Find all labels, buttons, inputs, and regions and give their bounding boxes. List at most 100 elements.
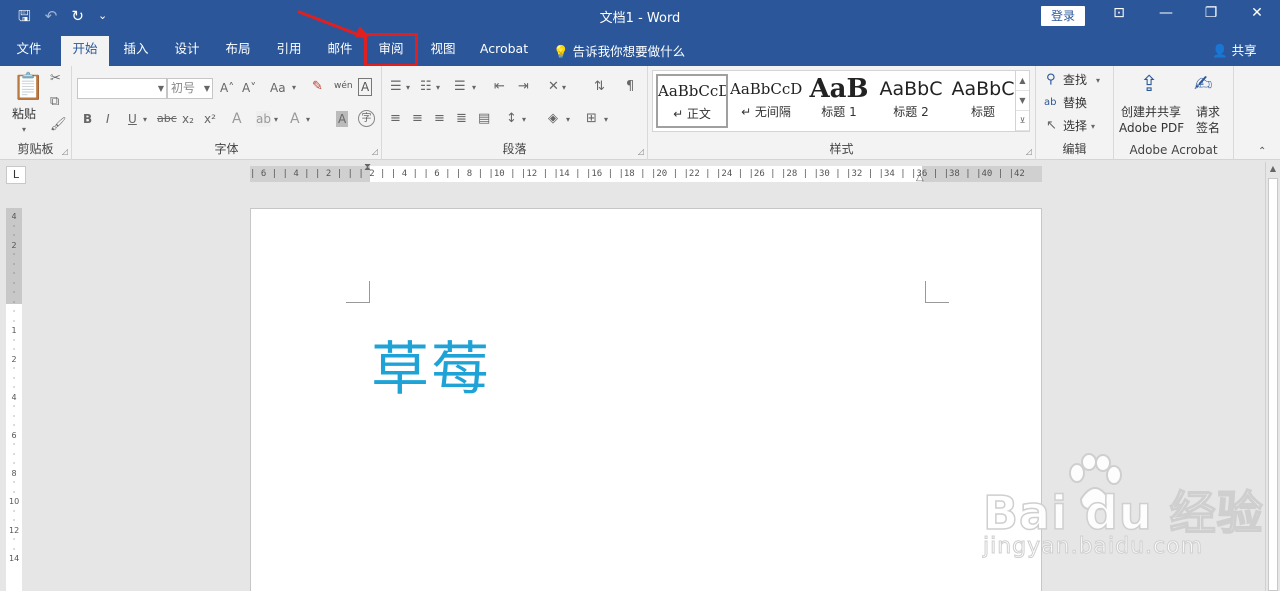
tab-home[interactable]: 开始 <box>61 36 109 66</box>
login-button[interactable]: 登录 <box>1041 6 1085 26</box>
style-normal[interactable]: AaBbCcDd ↵ 正文 <box>656 74 728 128</box>
line-spacing-dropdown-icon[interactable]: ▾ <box>522 112 526 128</box>
font-color-dropdown-icon[interactable]: ▾ <box>306 112 310 128</box>
copy-icon[interactable]: ⧉ <box>50 94 59 110</box>
change-case-dropdown-icon[interactable]: ▾ <box>292 80 296 96</box>
numbering-icon[interactable]: ☷ <box>420 79 432 95</box>
font-size-combo[interactable]: 初号 ▼ <box>167 78 213 99</box>
tell-me-search[interactable]: 💡 告诉我你想要做什么 <box>553 41 685 60</box>
share-button[interactable]: 👤 共享 <box>1212 40 1257 59</box>
increase-indent-icon[interactable]: ⇥ <box>518 79 529 95</box>
font-launcher-icon[interactable]: ◿ <box>372 147 378 156</box>
chinese-layout-icon[interactable]: ✕ <box>548 79 559 95</box>
align-right-icon[interactable]: ≡ <box>434 111 445 127</box>
request-signature-line1[interactable]: 请求 <box>1196 104 1220 120</box>
request-signature-line2[interactable]: 签名 <box>1196 120 1220 136</box>
paste-dropdown-icon[interactable]: ▾ <box>22 122 26 138</box>
character-shading-button[interactable]: A <box>336 111 349 127</box>
character-border-button[interactable]: A <box>358 78 373 96</box>
phonetic-guide-button[interactable]: wén <box>334 78 353 94</box>
sort-icon[interactable]: ⇅ <box>594 79 605 95</box>
tab-view[interactable]: 视图 <box>420 36 466 66</box>
find-button[interactable]: 查找 <box>1063 72 1087 88</box>
shading-icon[interactable]: ◈ <box>548 111 558 127</box>
change-case-button[interactable]: Aa <box>270 80 286 96</box>
style-title[interactable]: AaBbC 标题 <box>947 74 1019 128</box>
tab-mailings[interactable]: 邮件 <box>317 36 363 66</box>
cut-icon[interactable]: ✂ <box>50 71 61 87</box>
underline-button[interactable]: U <box>128 111 137 127</box>
borders-icon[interactable]: ⊞ <box>586 111 597 127</box>
vertical-scrollbar[interactable]: ▲ <box>1265 162 1280 591</box>
tab-layout[interactable]: 布局 <box>215 36 261 66</box>
vertical-ruler[interactable]: 4 · · 2 · · · · · · · · 1 · · 2 · · · 4 · · · 6 · · · 8 · · 10 · · 12 · · 14 <box>6 208 22 591</box>
multilevel-list-icon[interactable]: ☰ <box>454 79 466 95</box>
underline-dropdown-icon[interactable]: ▾ <box>143 112 147 128</box>
enclose-characters-button[interactable]: 字 <box>358 110 375 127</box>
create-share-pdf-line2[interactable]: Adobe PDF <box>1119 120 1184 136</box>
collapse-ribbon-icon[interactable]: ⌃ <box>1258 146 1266 157</box>
create-share-pdf-line1[interactable]: 创建并共享 <box>1121 104 1181 120</box>
minimize-icon[interactable]: — <box>1156 5 1176 21</box>
scroll-up-icon[interactable]: ▲ <box>1266 162 1280 176</box>
italic-button[interactable]: I <box>106 111 110 127</box>
strikethrough-button[interactable]: abc <box>157 111 177 127</box>
superscript-button[interactable]: x² <box>204 111 216 127</box>
right-indent-marker[interactable]: △ <box>916 172 924 183</box>
replace-button[interactable]: 替换 <box>1063 95 1087 111</box>
multilevel-dropdown-icon[interactable]: ▾ <box>472 80 476 96</box>
document-page[interactable]: 草莓 <box>250 208 1042 591</box>
tab-insert[interactable]: 插入 <box>113 36 159 66</box>
paste-icon[interactable]: 📋 <box>12 72 44 102</box>
distributed-icon[interactable]: ▤ <box>478 111 490 127</box>
styles-launcher-icon[interactable]: ◿ <box>1026 147 1032 156</box>
align-left-icon[interactable]: ≡ <box>390 111 401 127</box>
font-name-combo[interactable]: ▼ <box>77 78 167 99</box>
subscript-button[interactable]: x₂ <box>182 111 194 127</box>
shading-dropdown-icon[interactable]: ▾ <box>566 112 570 128</box>
ribbon-display-icon[interactable]: ⊡ <box>1109 5 1129 21</box>
line-spacing-icon[interactable]: ↕ <box>506 111 517 127</box>
paste-button[interactable]: 粘贴 <box>12 106 36 122</box>
create-pdf-icon[interactable]: ⇪ <box>1140 72 1158 98</box>
bullets-icon[interactable]: ☰ <box>390 79 402 95</box>
style-no-spacing[interactable]: AaBbCcDd ↵ 无间隔 <box>730 74 802 128</box>
grow-font-button[interactable]: A˄ <box>220 80 234 96</box>
bullets-dropdown-icon[interactable]: ▾ <box>406 80 410 96</box>
request-signature-icon[interactable]: ✍ <box>1194 72 1212 98</box>
tab-references[interactable]: 引用 <box>266 36 312 66</box>
clear-formatting-icon[interactable]: ✎ <box>312 79 323 95</box>
document-body-text[interactable]: 草莓 <box>371 329 491 409</box>
styles-more-icon[interactable]: ⊻ <box>1016 111 1029 131</box>
tab-review[interactable]: 审阅 <box>364 33 418 67</box>
justify-icon[interactable]: ≣ <box>456 111 467 127</box>
paragraph-launcher-icon[interactable]: ◿ <box>638 147 644 156</box>
highlight-button[interactable]: ab <box>256 111 271 127</box>
align-center-icon[interactable]: ≡ <box>412 111 423 127</box>
format-painter-icon[interactable]: 🖌 <box>50 117 67 133</box>
tab-selector[interactable]: L <box>6 166 26 184</box>
borders-dropdown-icon[interactable]: ▾ <box>604 112 608 128</box>
numbering-dropdown-icon[interactable]: ▾ <box>436 80 440 96</box>
font-name-dropdown-icon[interactable]: ▼ <box>158 79 164 98</box>
styles-down-icon[interactable]: ▼ <box>1016 91 1029 111</box>
shrink-font-button[interactable]: A˅ <box>242 80 256 96</box>
highlight-dropdown-icon[interactable]: ▾ <box>274 112 278 128</box>
font-size-dropdown-icon[interactable]: ▼ <box>204 79 210 98</box>
show-marks-icon[interactable]: ¶ <box>626 79 634 95</box>
style-heading-1[interactable]: AaB 标题 1 <box>803 74 875 128</box>
bold-button[interactable]: B <box>83 111 92 127</box>
font-color-button[interactable]: A <box>290 111 300 127</box>
tab-file[interactable]: 文件 <box>5 36 53 66</box>
text-effects-button[interactable]: A <box>232 111 242 127</box>
first-line-indent-marker[interactable]: ⧗ <box>364 162 371 173</box>
chinese-layout-dropdown-icon[interactable]: ▾ <box>562 80 566 96</box>
style-heading-2[interactable]: AaBbC 标题 2 <box>875 74 947 128</box>
find-dropdown-icon[interactable]: ▾ <box>1096 73 1100 89</box>
tab-design[interactable]: 设计 <box>164 36 210 66</box>
clipboard-launcher-icon[interactable]: ◿ <box>62 147 68 156</box>
decrease-indent-icon[interactable]: ⇤ <box>494 79 505 95</box>
select-button[interactable]: 选择 <box>1063 118 1087 134</box>
restore-icon[interactable]: ❐ <box>1201 5 1221 21</box>
styles-up-icon[interactable]: ▲ <box>1016 71 1029 91</box>
